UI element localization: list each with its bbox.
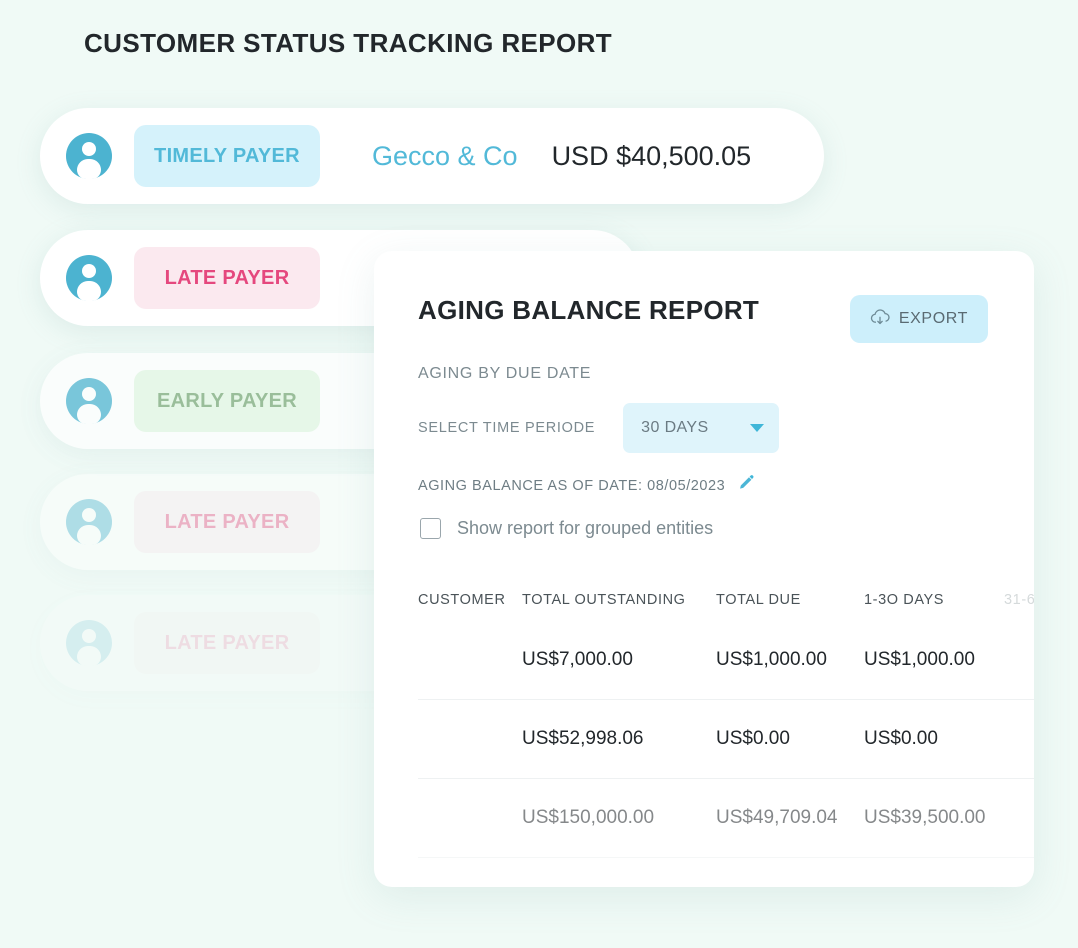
export-button-label: EXPORT — [898, 310, 968, 327]
aging-balance-table: CUSTOMER TOTAL OUTSTANDING TOTAL DUE 1-3… — [374, 579, 1034, 858]
table-cell-1-30-days: US$39,500.00 — [864, 807, 986, 828]
table-cell-total-outstanding: US$52,998.06 — [522, 728, 644, 749]
grouped-entities-label: Show report for grouped entities — [457, 518, 714, 538]
as-of-date-text: AGING BALANCE AS OF DATE: 08/05/2023 — [418, 477, 726, 494]
table-header-1-30-days: 1-3O DAYS — [864, 592, 945, 608]
table-cell-1-30-days: US$0.00 — [864, 728, 938, 749]
person-avatar-icon — [66, 378, 112, 424]
customer-company-name[interactable]: Gecco & Co — [372, 141, 518, 172]
table-cell-customer — [418, 730, 522, 748]
person-avatar-icon — [66, 499, 112, 545]
card-header: AGING BALANCE REPORT EXPORT — [374, 251, 1034, 343]
table-header-customer: CUSTOMER — [418, 592, 506, 608]
table-cell-total-outstanding: US$7,000.00 — [522, 649, 633, 670]
card-subtitle: AGING BY DUE DATE — [418, 365, 592, 382]
time-period-label: SELECT TIME PERIODE — [418, 420, 596, 436]
person-avatar-icon — [66, 255, 112, 301]
page-title: CUSTOMER STATUS TRACKING REPORT — [84, 28, 613, 58]
status-badge[interactable]: LATE PAYER — [134, 247, 320, 309]
person-avatar-icon — [66, 620, 112, 666]
table-cell-total-outstanding: US$150,000.00 — [522, 807, 655, 828]
status-badge[interactable]: LATE PAYER — [134, 491, 320, 553]
card-title: AGING BALANCE REPORT — [418, 295, 760, 325]
cloud-download-icon — [870, 309, 890, 329]
time-period-value: 30 DAYS — [641, 419, 709, 436]
status-row-timely-payer[interactable]: TIMELY PAYER Gecco & Co USD $40,500.05 — [40, 108, 824, 204]
export-button[interactable]: EXPORT — [849, 295, 988, 343]
table-header-31-60-days: 31-60 — [1004, 592, 1034, 608]
table-cell-customer — [418, 651, 522, 669]
table-header-total-due: TOTAL DUE — [716, 592, 801, 608]
table-cell-total-due: US$0.00 — [716, 728, 790, 749]
time-period-select[interactable]: 30 DAYS — [623, 403, 780, 453]
chevron-down-icon — [750, 424, 765, 432]
status-badge[interactable]: LATE PAYER — [134, 612, 320, 674]
table-cell-customer — [418, 809, 522, 827]
status-badge[interactable]: TIMELY PAYER — [134, 125, 320, 187]
as-of-date-row: AGING BALANCE AS OF DATE: 08/05/2023 — [374, 453, 1034, 498]
table-cell-total-due: US$1,000.00 — [716, 649, 827, 670]
pencil-icon[interactable] — [736, 473, 756, 498]
table-cell-1-30-days: US$1,000.00 — [864, 649, 975, 670]
table-header-row: CUSTOMER TOTAL OUTSTANDING TOTAL DUE 1-3… — [418, 579, 1034, 621]
table-row[interactable]: US$52,998.06 US$0.00 US$0.00 — [418, 700, 1034, 779]
table-header-total-outstanding: TOTAL OUTSTANDING — [522, 592, 686, 608]
aging-balance-report-card: AGING BALANCE REPORT EXPORT AGING BY DUE… — [374, 251, 1034, 887]
status-badge[interactable]: EARLY PAYER — [134, 370, 320, 432]
table-row[interactable]: US$150,000.00 US$49,709.04 US$39,500.00 — [418, 779, 1034, 858]
person-avatar-icon — [66, 133, 112, 179]
customer-amount: USD $40,500.05 — [551, 140, 752, 171]
table-cell-total-due: US$49,709.04 — [716, 807, 838, 828]
table-row[interactable]: US$7,000.00 US$1,000.00 US$1,000.00 — [418, 621, 1034, 700]
grouped-entities-checkbox[interactable] — [420, 518, 441, 539]
grouped-entities-row[interactable]: Show report for grouped entities — [374, 498, 1034, 539]
time-period-row: SELECT TIME PERIODE 30 DAYS — [374, 383, 1034, 453]
